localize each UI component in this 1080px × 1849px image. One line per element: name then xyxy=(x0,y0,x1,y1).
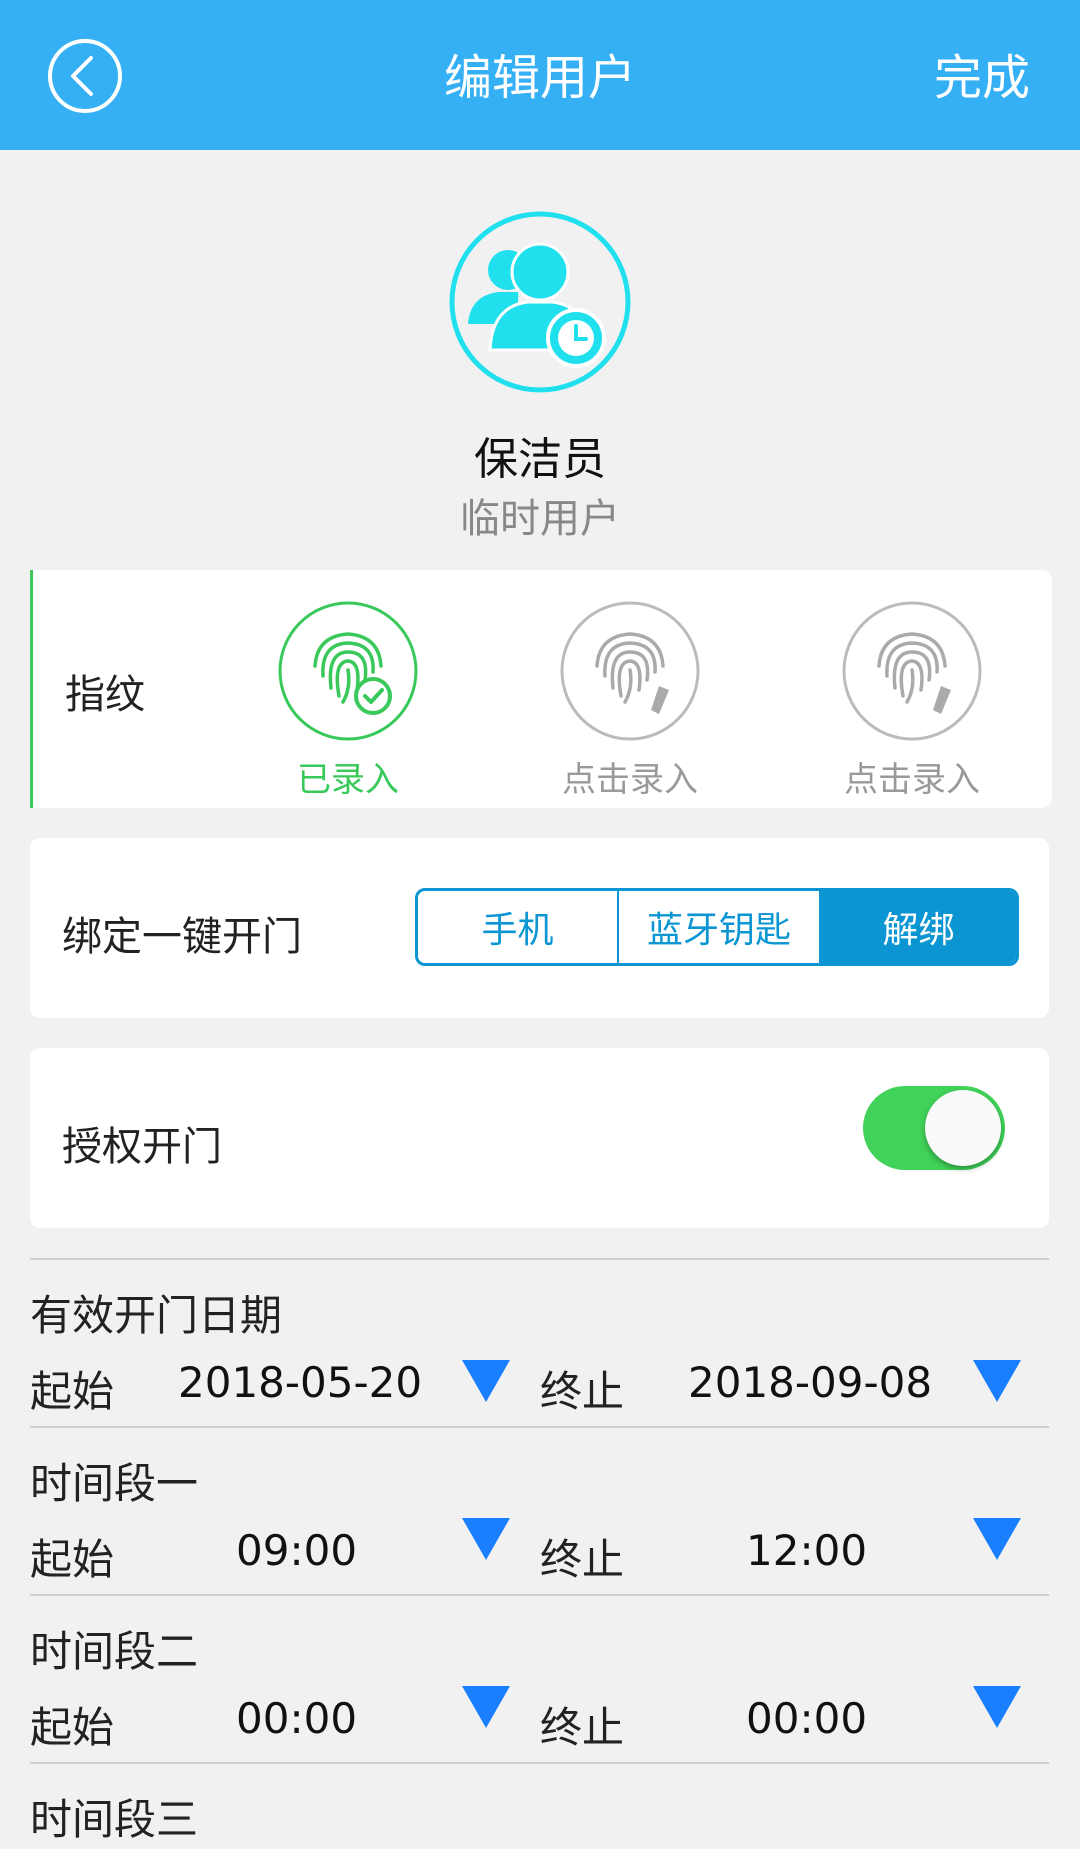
fingerprint-card: 指纹 已录入 点击录入 点击录入 xyxy=(30,570,1052,808)
divider xyxy=(30,1762,1049,1764)
period-2-start-label: 起始 xyxy=(30,1703,115,1752)
period-2-end-label: 终止 xyxy=(540,1703,625,1752)
divider xyxy=(30,1258,1049,1260)
date-start-value[interactable]: 2018-05-20 xyxy=(178,1358,422,1407)
period-2-end-value[interactable]: 00:00 xyxy=(746,1694,867,1743)
period-1-start-label: 起始 xyxy=(30,1535,115,1584)
toggle-knob xyxy=(925,1090,1001,1166)
temporary-user-icon xyxy=(449,211,631,393)
bind-option-bluetooth-key[interactable]: 蓝牙钥匙 xyxy=(619,891,821,963)
fingerprint-edit-icon xyxy=(560,601,700,741)
fingerprint-slot-3[interactable]: 点击录入 xyxy=(839,600,985,801)
bind-label: 绑定一键开门 xyxy=(62,914,302,960)
date-end-dropdown-icon[interactable] xyxy=(973,1360,1021,1402)
divider xyxy=(30,1594,1049,1596)
fingerprint-edit-icon xyxy=(842,601,982,741)
fingerprint-status-1: 已录入 xyxy=(297,760,399,800)
authorize-label: 授权开门 xyxy=(62,1124,222,1170)
user-avatar xyxy=(448,210,632,394)
period-2-title: 时间段二 xyxy=(30,1627,199,1676)
page-title: 编辑用户 xyxy=(443,50,636,106)
period-1-title: 时间段一 xyxy=(30,1459,199,1508)
fingerprint-check-icon xyxy=(278,601,418,741)
user-type: 临时用户 xyxy=(460,496,620,542)
back-button[interactable] xyxy=(47,38,123,114)
divider xyxy=(30,1426,1049,1428)
period-1-end-dropdown-icon[interactable] xyxy=(973,1518,1021,1560)
date-start-label: 起始 xyxy=(30,1367,115,1416)
fingerprint-slot-2[interactable]: 点击录入 xyxy=(557,600,703,801)
period-2-start-value[interactable]: 00:00 xyxy=(236,1694,357,1743)
period-1-start-value[interactable]: 09:00 xyxy=(236,1526,357,1575)
fingerprint-slot-1[interactable]: 已录入 xyxy=(275,600,421,801)
valid-date-title: 有效开门日期 xyxy=(30,1291,283,1340)
period-3-title: 时间段三 xyxy=(30,1795,199,1844)
period-1-end-label: 终止 xyxy=(540,1535,625,1584)
bind-segmented-control: 手机 蓝牙钥匙 解绑 xyxy=(415,888,1019,966)
fingerprint-status-2: 点击录入 xyxy=(562,760,698,800)
period-2-start-dropdown-icon[interactable] xyxy=(462,1686,510,1728)
authorize-card: 授权开门 xyxy=(30,1048,1049,1228)
period-1-end-value[interactable]: 12:00 xyxy=(746,1526,867,1575)
back-arrow-icon xyxy=(48,39,122,113)
user-name: 保洁员 xyxy=(474,434,606,485)
date-start-dropdown-icon[interactable] xyxy=(462,1360,510,1402)
done-button[interactable]: 完成 xyxy=(934,0,1030,150)
date-end-value[interactable]: 2018-09-08 xyxy=(688,1358,932,1407)
authorize-toggle[interactable] xyxy=(863,1086,1005,1170)
bind-option-phone[interactable]: 手机 xyxy=(418,891,619,963)
bind-option-unbind[interactable]: 解绑 xyxy=(821,891,1016,963)
fingerprint-label: 指纹 xyxy=(65,672,145,718)
bind-card: 绑定一键开门 手机 蓝牙钥匙 解绑 xyxy=(30,838,1049,1018)
period-1-start-dropdown-icon[interactable] xyxy=(462,1518,510,1560)
date-end-label: 终止 xyxy=(540,1367,625,1416)
header-bar: 编辑用户 完成 xyxy=(0,0,1080,150)
fingerprint-status-3: 点击录入 xyxy=(844,760,980,800)
period-2-end-dropdown-icon[interactable] xyxy=(973,1686,1021,1728)
